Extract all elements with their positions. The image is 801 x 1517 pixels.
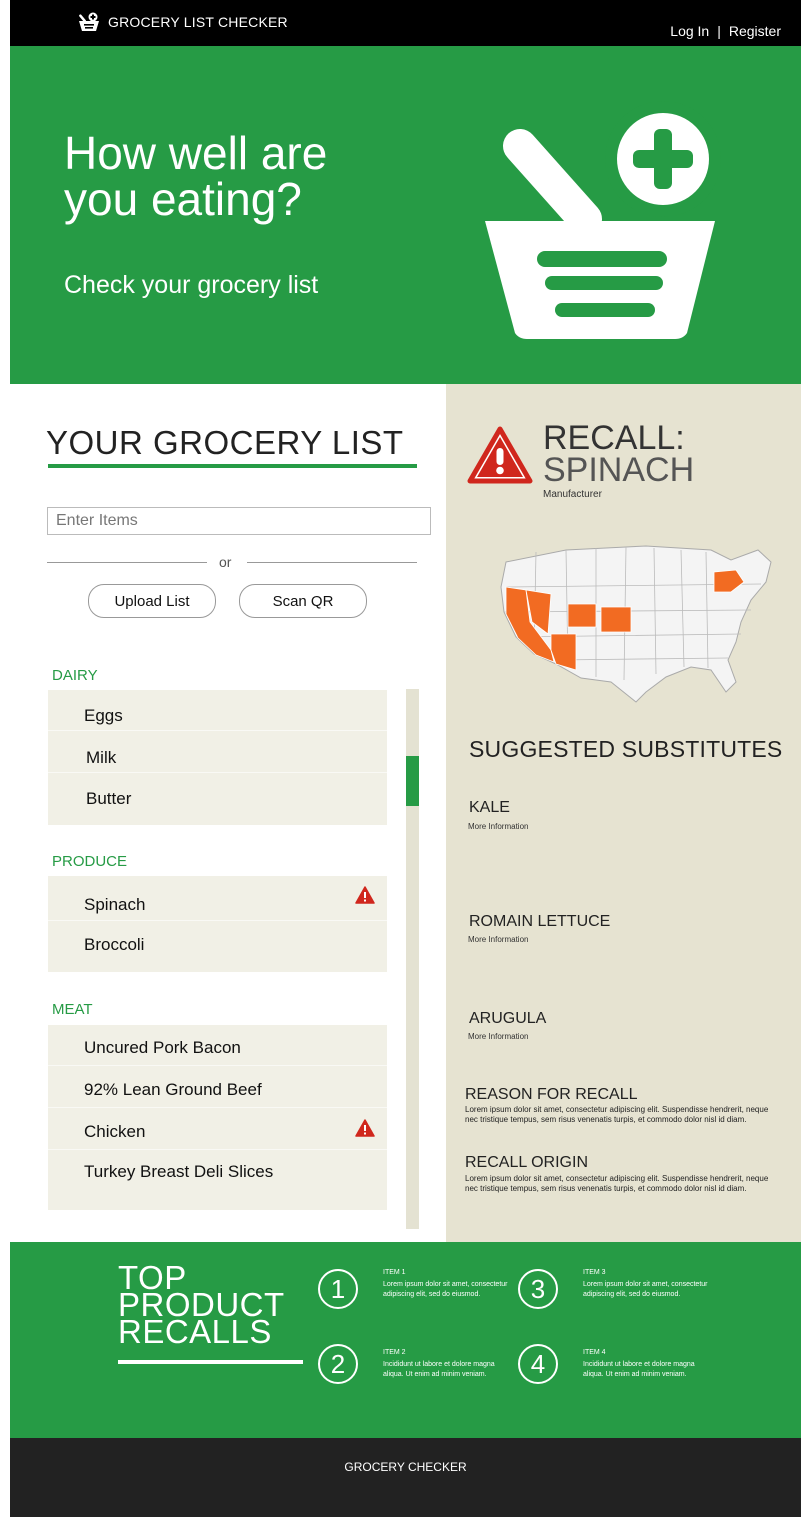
warning-icon[interactable] — [355, 1119, 375, 1137]
grocery-list-title: YOUR GROCERY LIST — [46, 424, 404, 461]
hero-banner: How well are you eating? Check your groc… — [10, 46, 801, 384]
top-recalls-underline — [118, 1360, 303, 1364]
origin-title: RECALL ORIGIN — [465, 1154, 588, 1171]
arizona-state[interactable] — [550, 633, 577, 671]
upload-list-button[interactable]: Upload List — [88, 584, 216, 618]
more-info-link[interactable]: More Information — [468, 822, 528, 831]
recall-heading: RECALL: SPINACH — [543, 419, 695, 490]
recall-number-1[interactable]: 1 — [318, 1269, 358, 1309]
recall-item-text: Lorem ipsum dolor sit amet, consectetur … — [383, 1281, 508, 1298]
scan-qr-button[interactable]: Scan QR — [239, 584, 367, 618]
recall-item-head: ITEM 1 — [383, 1269, 406, 1276]
scrollbar-thumb[interactable] — [406, 756, 419, 806]
footer: GROCERY CHECKER — [10, 1438, 801, 1517]
recall-item-text: Incididunt ut labore et dolore magna ali… — [583, 1361, 695, 1378]
row-divider — [48, 1149, 387, 1150]
utah-state[interactable] — [567, 603, 597, 628]
recall-number-2[interactable]: 2 — [318, 1344, 358, 1384]
substitute-kale[interactable]: KALE — [469, 799, 510, 817]
list-item[interactable]: Chicken — [84, 1122, 145, 1142]
warning-icon[interactable] — [355, 886, 375, 904]
footer-brand: GROCERY CHECKER — [344, 1460, 467, 1474]
recall-item-4[interactable]: ITEM 4 Incididunt ut labore et dolore ma… — [583, 1348, 713, 1380]
origin-text: Lorem ipsum dolor sit amet, consectetur … — [465, 1174, 769, 1193]
list-item[interactable]: Turkey Breast Deli Slices — [84, 1162, 273, 1182]
or-label: or — [219, 554, 232, 570]
list-item[interactable]: Broccoli — [84, 935, 144, 955]
recall-item-head: ITEM 2 — [383, 1349, 406, 1356]
top-bar: GROCERY LIST CHECKER Log In | Register — [10, 0, 801, 46]
register-link[interactable]: Register — [729, 23, 781, 39]
divider-line-left — [47, 562, 207, 563]
brand[interactable]: GROCERY LIST CHECKER — [78, 12, 288, 32]
recall-number-3[interactable]: 3 — [518, 1269, 558, 1309]
row-divider — [48, 772, 387, 773]
recall-item-text: Lorem ipsum dolor sit amet, consectetur … — [583, 1281, 708, 1298]
reason-text: Lorem ipsum dolor sit amet, consectetur … — [465, 1105, 769, 1124]
hero-subtitle: Check your grocery list — [64, 271, 319, 299]
row-divider — [48, 730, 387, 731]
divider-line-right — [247, 562, 417, 563]
row-divider — [48, 920, 387, 921]
recall-number-4[interactable]: 4 — [518, 1344, 558, 1384]
more-info-link[interactable]: More Information — [468, 1032, 528, 1041]
substitute-romain-lettuce[interactable]: ROMAIN LETTUCE — [469, 913, 610, 931]
list-item[interactable]: Eggs — [84, 706, 123, 726]
brand-name: GROCERY LIST CHECKER — [108, 14, 288, 30]
hero-title: How well are you eating? — [64, 127, 328, 225]
row-divider — [48, 1107, 387, 1108]
substitutes-title: SUGGESTED SUBSTITUTES — [469, 736, 783, 762]
list-item[interactable]: Spinach — [84, 895, 145, 915]
recall-item-1[interactable]: ITEM 1 Lorem ipsum dolor sit amet, conse… — [383, 1268, 513, 1300]
reason-title: REASON FOR RECALL — [465, 1086, 638, 1103]
list-item[interactable]: 92% Lean Ground Beef — [84, 1080, 262, 1100]
page: GROCERY LIST CHECKER Log In | Register H… — [0, 0, 801, 1517]
list-item[interactable]: Milk — [86, 748, 116, 768]
row-divider — [48, 1065, 387, 1066]
auth-links: Log In | Register — [670, 23, 781, 39]
us-recall-map[interactable] — [496, 542, 776, 712]
recall-item-2[interactable]: ITEM 2 Incididunt ut labore et dolore ma… — [383, 1348, 513, 1380]
category-produce: PRODUCE — [52, 853, 128, 870]
title-underline — [48, 464, 417, 468]
meat-group: Uncured Pork Bacon 92% Lean Ground Beef … — [48, 1025, 387, 1210]
list-item[interactable]: Uncured Pork Bacon — [84, 1038, 241, 1058]
basket-hero-icon — [485, 101, 721, 339]
top-recalls-band: TOP PRODUCT RECALLS 1 ITEM 1 Lorem ipsum… — [10, 1242, 801, 1438]
grocery-list-panel: YOUR GROCERY LIST or Upload List Scan QR… — [10, 384, 446, 1242]
login-link[interactable]: Log In — [670, 23, 709, 39]
dairy-group: Eggs Milk Butter — [48, 690, 387, 825]
recall-item-3[interactable]: ITEM 3 Lorem ipsum dolor sit amet, conse… — [583, 1268, 713, 1300]
list-item[interactable]: Butter — [86, 789, 131, 809]
recall-warning-icon — [467, 426, 533, 484]
recall-item-head: ITEM 3 — [583, 1269, 606, 1276]
recall-item-head: ITEM 4 — [583, 1349, 606, 1356]
manufacturer-label: Manufacturer — [543, 489, 602, 500]
more-info-link[interactable]: More Information — [468, 935, 528, 944]
recall-label: RECALL: — [543, 419, 685, 457]
substitute-arugula[interactable]: ARUGULA — [469, 1010, 546, 1028]
category-dairy: DAIRY — [52, 667, 98, 684]
or-divider: or — [47, 554, 417, 570]
list-scrollbar[interactable] — [406, 689, 419, 1229]
top-recalls-title: TOP PRODUCT RECALLS — [118, 1259, 285, 1350]
colorado-state[interactable] — [600, 606, 632, 633]
produce-group: Spinach Broccoli — [48, 876, 387, 972]
category-meat: MEAT — [52, 1001, 93, 1018]
auth-separator: | — [717, 23, 721, 39]
recall-panel: RECALL: SPINACH Manufacturer SUGGESTED S… — [446, 384, 801, 1242]
recall-product: SPINACH — [543, 451, 695, 490]
recall-item-text: Incididunt ut labore et dolore magna ali… — [383, 1361, 495, 1378]
basket-logo-icon — [79, 12, 99, 31]
enter-items-input[interactable] — [47, 507, 431, 535]
